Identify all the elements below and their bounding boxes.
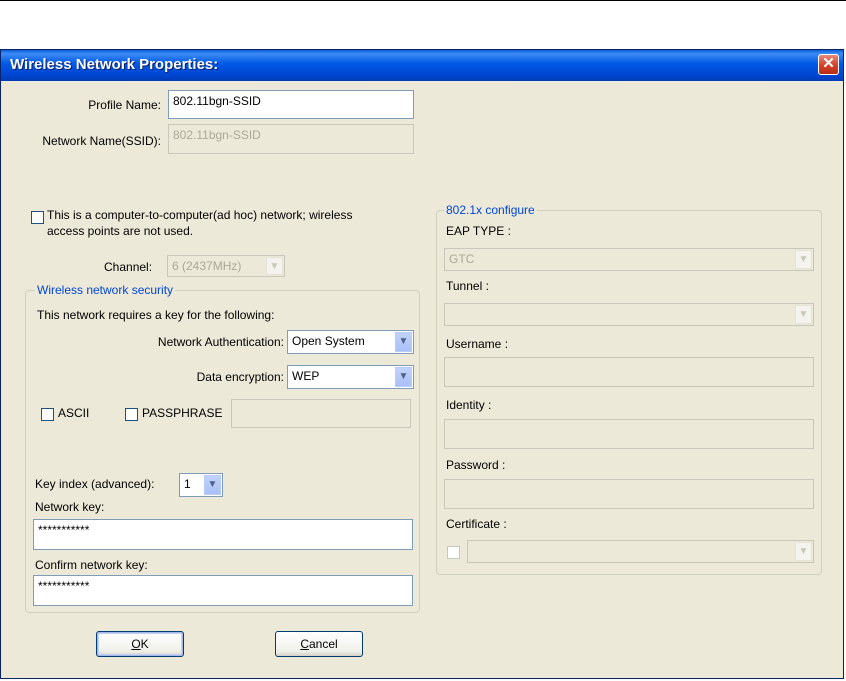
confirm-key-label: Confirm network key: bbox=[35, 558, 148, 572]
title-bar[interactable]: Wireless Network Properties: ✕ bbox=[1, 50, 843, 81]
username-label: Username : bbox=[446, 337, 509, 351]
key-index-value: 1 bbox=[184, 477, 191, 491]
ok-mnemonic: O bbox=[131, 637, 141, 651]
close-button[interactable]: ✕ bbox=[818, 54, 839, 75]
cancel-label-rest: ancel bbox=[308, 637, 338, 651]
cancel-mnemonic: C bbox=[300, 637, 309, 651]
key-index-label: Key index (advanced): bbox=[35, 477, 155, 491]
channel-select: 6 (2437MHz) ▼ bbox=[167, 255, 285, 277]
ssid-input: 802.11bgn-SSID bbox=[168, 124, 414, 154]
passphrase-label: PASSPHRASE bbox=[142, 406, 223, 420]
chevron-down-icon: ▼ bbox=[795, 305, 812, 324]
wireless-properties-dialog: Wireless Network Properties: ✕ Profile N… bbox=[0, 49, 844, 679]
close-icon: ✕ bbox=[822, 55, 835, 72]
chevron-down-icon[interactable]: ▼ bbox=[204, 475, 221, 495]
tunnel-select: ▼ bbox=[444, 303, 814, 326]
encryption-label: Data encryption: bbox=[196, 370, 284, 384]
auth-value: Open System bbox=[292, 334, 365, 348]
security-group-title: Wireless network security bbox=[35, 283, 176, 297]
ssid-label: Network Name(SSID): bbox=[42, 134, 161, 148]
channel-value: 6 (2437MHz) bbox=[172, 259, 242, 273]
password-input bbox=[444, 479, 814, 509]
certificate-select: ▼ bbox=[467, 540, 814, 563]
security-intro-text: This network requires a key for the foll… bbox=[37, 308, 275, 322]
auth-select[interactable]: Open System ▼ bbox=[287, 330, 414, 354]
cancel-button[interactable]: Cancel bbox=[275, 631, 363, 657]
certificate-label: Certificate : bbox=[446, 517, 507, 531]
adhoc-checkbox[interactable] bbox=[31, 211, 44, 224]
eap-type-label: EAP TYPE : bbox=[446, 224, 511, 238]
key-index-select[interactable]: 1 ▼ bbox=[179, 473, 223, 497]
chevron-down-icon: ▼ bbox=[795, 250, 812, 269]
identity-label: Identity : bbox=[446, 398, 492, 412]
auth-label: Network Authentication: bbox=[157, 335, 284, 349]
encryption-select[interactable]: WEP ▼ bbox=[287, 365, 414, 389]
password-label: Password : bbox=[446, 458, 506, 472]
ok-label-rest: K bbox=[140, 637, 149, 651]
certificate-checkbox bbox=[447, 546, 460, 559]
ascii-checkbox[interactable] bbox=[41, 408, 54, 421]
encryption-value: WEP bbox=[292, 369, 320, 383]
eap-type-select: GTC ▼ bbox=[444, 248, 814, 271]
ascii-label: ASCII bbox=[58, 406, 90, 420]
passphrase-checkbox[interactable] bbox=[125, 408, 138, 421]
confirm-key-input[interactable]: *********** bbox=[33, 575, 413, 606]
identity-input bbox=[444, 419, 814, 449]
adhoc-label-line2: access points are not used. bbox=[47, 224, 194, 238]
username-input bbox=[444, 357, 814, 387]
passphrase-input bbox=[231, 399, 411, 428]
network-key-input[interactable]: *********** bbox=[33, 519, 413, 550]
tunnel-label: Tunnel : bbox=[446, 279, 489, 293]
chevron-down-icon[interactable]: ▼ bbox=[395, 367, 412, 387]
top-divider bbox=[0, 0, 846, 1]
profile-name-label: Profile Name: bbox=[88, 98, 161, 112]
adhoc-label-line1: This is a computer-to-computer(ad hoc) n… bbox=[47, 208, 353, 222]
chevron-down-icon: ▼ bbox=[795, 542, 812, 561]
chevron-down-icon: ▼ bbox=[266, 257, 283, 275]
eap-type-value: GTC bbox=[449, 252, 475, 266]
window-title: Wireless Network Properties: bbox=[10, 56, 219, 73]
channel-label: Channel: bbox=[104, 260, 153, 274]
network-key-label: Network key: bbox=[35, 500, 105, 514]
chevron-down-icon[interactable]: ▼ bbox=[395, 332, 412, 352]
profile-name-input[interactable]: 802.11bgn-SSID bbox=[168, 90, 414, 119]
ok-button[interactable]: OK bbox=[96, 631, 184, 657]
dot1x-group-title: 802.1x configure bbox=[444, 203, 537, 217]
